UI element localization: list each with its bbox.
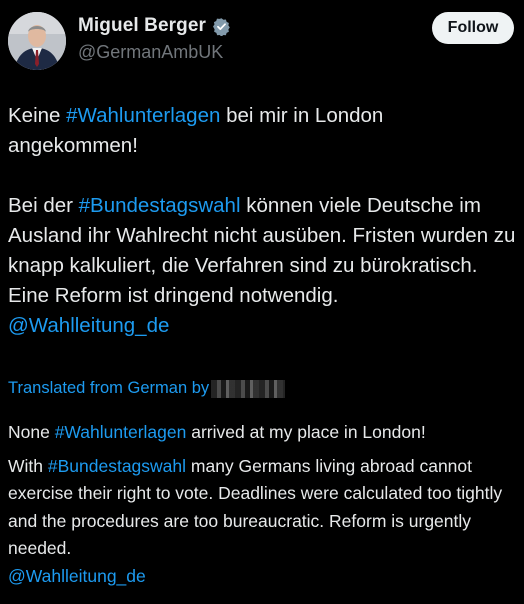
mention-link[interactable]: @Wahlleitung_de bbox=[8, 311, 518, 341]
translated-label-text: Translated from German by bbox=[8, 379, 210, 397]
translation-paragraph-2: With #Bundestagswahl many Germans living… bbox=[8, 453, 518, 563]
tweet-text-segment: Bei der bbox=[8, 194, 79, 217]
hashtag-link[interactable]: #Wahlunterlagen bbox=[55, 422, 187, 442]
tweet-text-segment: None bbox=[8, 422, 55, 442]
name-row: Miguel Berger bbox=[78, 15, 231, 37]
avatar[interactable] bbox=[8, 12, 66, 70]
original-paragraph-1: Keine #Wahlunterlagen bei mir in London … bbox=[8, 101, 518, 161]
hashtag-link[interactable]: #Wahlunterlagen bbox=[66, 104, 220, 127]
translation-mention-link[interactable]: @Wahlleitung_de bbox=[8, 563, 518, 591]
tweet-header: Miguel Berger @GermanAmbUK Follow bbox=[0, 0, 524, 80]
translation-paragraph-1: None #Wahlunterlagen arrived at my place… bbox=[8, 419, 518, 447]
follow-button[interactable]: Follow bbox=[432, 12, 514, 44]
hashtag-link[interactable]: #Bundestagswahl bbox=[79, 194, 241, 217]
translation-text: None #Wahlunterlagen arrived at my place… bbox=[8, 419, 518, 590]
hashtag-link[interactable]: #Bundestagswahl bbox=[48, 456, 186, 476]
original-paragraph-2: Bei der #Bundestagswahl können viele Deu… bbox=[8, 191, 518, 311]
original-tweet-text: Keine #Wahlunterlagen bei mir in London … bbox=[8, 101, 518, 341]
blurred-translator-name bbox=[211, 379, 286, 398]
translated-from-label[interactable]: Translated from German by bbox=[8, 379, 286, 398]
tweet-text-segment: arrived at my place in London! bbox=[186, 422, 426, 442]
handle[interactable]: @GermanAmbUK bbox=[78, 42, 223, 63]
tweet-text-segment: Keine bbox=[8, 104, 67, 127]
verified-badge-icon bbox=[212, 17, 231, 37]
tweet-text-segment: With bbox=[8, 455, 48, 476]
display-name[interactable]: Miguel Berger bbox=[78, 15, 206, 37]
